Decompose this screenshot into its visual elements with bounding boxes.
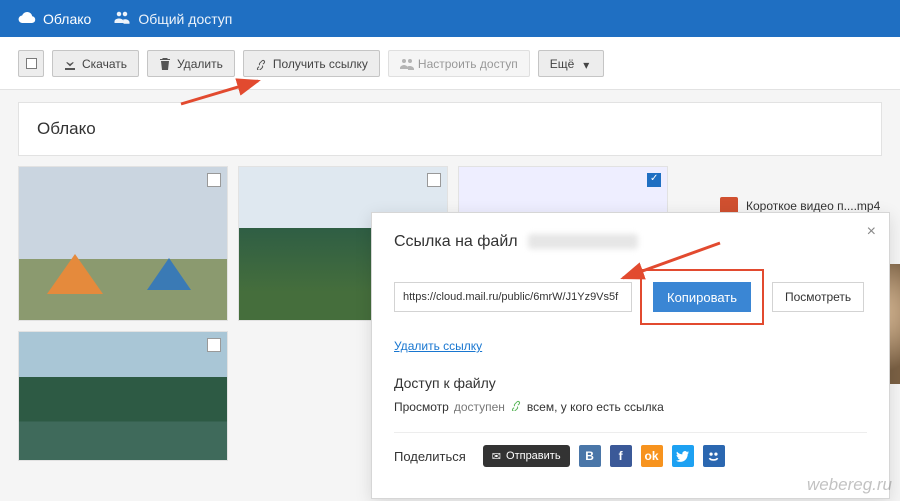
highlight-box: Копировать xyxy=(640,269,764,325)
tab-shared-label: Общий доступ xyxy=(138,11,232,27)
close-icon[interactable]: × xyxy=(867,223,876,241)
link-icon xyxy=(255,58,267,70)
thumbnail[interactable] xyxy=(18,331,228,461)
watermark: webereg.ru xyxy=(807,475,892,495)
toolbar: Скачать Удалить Получить ссылку Настроит… xyxy=(0,37,900,90)
page-title: Облако xyxy=(18,102,882,156)
access-everyone: всем, у кого есть ссылка xyxy=(527,400,664,414)
get-link-button[interactable]: Получить ссылку xyxy=(243,50,380,77)
access-available: доступен xyxy=(454,400,505,414)
cloud-icon xyxy=(18,10,36,27)
trash-icon xyxy=(159,58,171,70)
share-ok-button[interactable]: ok xyxy=(641,445,663,467)
select-all-checkbox[interactable] xyxy=(18,50,44,77)
link-row: Копировать Посмотреть xyxy=(394,269,867,325)
more-label: Ещё xyxy=(550,57,575,71)
more-button[interactable]: Ещё ▾ xyxy=(538,50,605,77)
share-facebook-button[interactable]: f xyxy=(610,445,632,467)
header-bar: Облако Общий доступ xyxy=(0,0,900,37)
tab-cloud[interactable]: Облако xyxy=(18,10,91,27)
share-link-input[interactable] xyxy=(394,282,632,312)
access-title: Доступ к файлу xyxy=(394,375,867,391)
share-twitter-button[interactable] xyxy=(672,445,694,467)
share-link-popup: × Ссылка на файл Копировать Посмотреть У… xyxy=(371,212,890,499)
people-icon xyxy=(113,10,131,27)
share-vk-button[interactable]: B xyxy=(579,445,601,467)
copy-button[interactable]: Копировать xyxy=(653,282,751,312)
tab-shared[interactable]: Общий доступ xyxy=(113,10,232,27)
download-button[interactable]: Скачать xyxy=(52,50,139,77)
view-button[interactable]: Посмотреть xyxy=(772,282,864,312)
people-small-icon xyxy=(400,58,412,70)
send-label: Отправить xyxy=(506,450,561,462)
thumbnail-checkbox[interactable] xyxy=(427,173,441,187)
thumbnail-checkbox[interactable] xyxy=(207,338,221,352)
access-mode: Просмотр xyxy=(394,400,449,414)
send-email-button[interactable]: ✉ Отправить xyxy=(483,445,570,467)
delete-label: Удалить xyxy=(177,57,223,71)
download-label: Скачать xyxy=(82,57,127,71)
delete-button[interactable]: Удалить xyxy=(147,50,235,77)
thumbnail[interactable] xyxy=(18,166,228,321)
configure-access-label: Настроить доступ xyxy=(418,57,518,71)
get-link-label: Получить ссылку xyxy=(273,57,368,71)
share-label: Поделиться xyxy=(394,449,466,464)
filename-blurred xyxy=(528,234,638,249)
popup-title-text: Ссылка на файл xyxy=(394,233,518,250)
chevron-down-icon: ▾ xyxy=(580,58,592,70)
share-moimir-button[interactable] xyxy=(703,445,725,467)
popup-title: Ссылка на файл xyxy=(394,233,867,251)
tab-cloud-label: Облако xyxy=(43,11,91,27)
thumbnail-checkbox[interactable] xyxy=(207,173,221,187)
thumbnail-checkbox[interactable] xyxy=(647,173,661,187)
file-name: Короткое видео п....mp4 xyxy=(746,199,880,213)
delete-link[interactable]: Удалить ссылку xyxy=(394,339,482,353)
configure-access-button[interactable]: Настроить доступ xyxy=(388,50,530,77)
envelope-icon: ✉ xyxy=(492,450,501,463)
download-icon xyxy=(64,58,76,70)
access-line: Просмотр доступен всем, у кого есть ссыл… xyxy=(394,399,867,414)
checkbox-icon xyxy=(26,58,37,69)
share-row: Поделиться ✉ Отправить B f ok xyxy=(394,432,867,467)
link-green-icon xyxy=(510,399,522,414)
